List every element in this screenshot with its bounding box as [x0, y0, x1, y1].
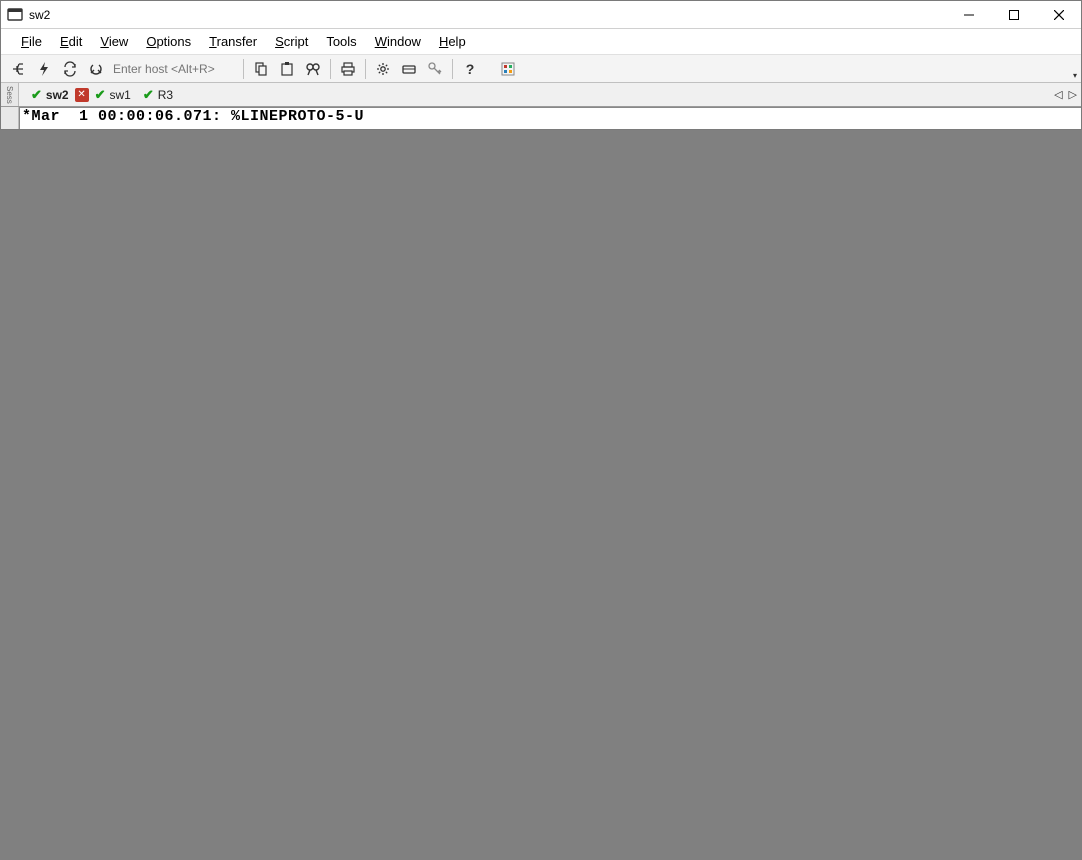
minimize-button[interactable]	[946, 1, 991, 28]
menu-transfer[interactable]: Transfer	[201, 31, 265, 52]
toolbar-overflow-icon[interactable]: ▾	[1073, 71, 1077, 80]
menu-help[interactable]: Help	[431, 31, 474, 52]
titlebar: sw2	[1, 1, 1081, 29]
disconnect-icon[interactable]	[84, 57, 108, 81]
quick-connect-icon[interactable]	[32, 57, 56, 81]
toolbar-separator	[452, 59, 453, 79]
terminal-area: *Mar 1 00:00:06.071: %LINEPROTO-5-U	[1, 107, 1081, 129]
menu-script[interactable]: Script	[267, 31, 316, 52]
key-icon[interactable]	[423, 57, 447, 81]
close-button[interactable]	[1036, 1, 1081, 28]
window-title: sw2	[29, 8, 946, 22]
menu-tools[interactable]: Tools	[318, 31, 364, 52]
app-window: sw2 File Edit View Options Transfer Scri…	[0, 0, 1082, 130]
terminal-output[interactable]: *Mar 1 00:00:06.071: %LINEPROTO-5-U	[19, 107, 1081, 129]
tab-sw2[interactable]: ✔ sw2	[25, 84, 75, 106]
paste-icon[interactable]	[275, 57, 299, 81]
menu-edit[interactable]: Edit	[52, 31, 90, 52]
app-icon	[7, 7, 23, 23]
menu-window[interactable]: Window	[367, 31, 429, 52]
extra-tool-icon[interactable]	[496, 57, 520, 81]
connected-check-icon: ✔	[143, 88, 154, 101]
toolbar: ? ▾	[1, 55, 1081, 83]
copy-icon[interactable]	[249, 57, 273, 81]
tabs-nav: ◁ ▷	[1050, 83, 1081, 106]
menu-file[interactable]: File	[13, 31, 50, 52]
tab-label: sw2	[46, 88, 69, 102]
menubar: File Edit View Options Transfer Script T…	[1, 29, 1081, 55]
window-controls	[946, 1, 1081, 28]
session-tabs-row: Sess ✔ sw2 ✕ ✔ sw1 ✔ R3 ◁ ▷	[1, 83, 1081, 107]
tab-sw1[interactable]: ✔ sw1	[89, 84, 137, 106]
toolbar-separator	[365, 59, 366, 79]
tab-label: sw1	[110, 88, 131, 102]
connect-icon[interactable]	[6, 57, 30, 81]
toolbar-separator	[330, 59, 331, 79]
session-tabs: ✔ sw2 ✕ ✔ sw1 ✔ R3	[19, 83, 1050, 106]
terminal-gutter	[1, 107, 19, 129]
tab-label: R3	[158, 88, 173, 102]
menu-options[interactable]: Options	[138, 31, 199, 52]
connected-check-icon: ✔	[31, 88, 42, 101]
tab-close-icon[interactable]: ✕	[75, 88, 89, 102]
find-icon[interactable]	[301, 57, 325, 81]
session-options-icon[interactable]	[397, 57, 421, 81]
settings-icon[interactable]	[371, 57, 395, 81]
svg-text:?: ?	[466, 61, 475, 77]
print-icon[interactable]	[336, 57, 360, 81]
tab-scroll-left-icon[interactable]: ◁	[1054, 88, 1062, 101]
connected-check-icon: ✔	[95, 88, 106, 101]
session-panel-handle[interactable]: Sess	[1, 83, 19, 106]
tab-r3[interactable]: ✔ R3	[137, 84, 179, 106]
reconnect-icon[interactable]	[58, 57, 82, 81]
maximize-button[interactable]	[991, 1, 1036, 28]
help-icon[interactable]: ?	[458, 57, 482, 81]
menu-view[interactable]: View	[92, 31, 136, 52]
host-input[interactable]	[109, 59, 239, 79]
toolbar-separator	[243, 59, 244, 79]
tab-scroll-right-icon[interactable]: ▷	[1069, 88, 1077, 101]
